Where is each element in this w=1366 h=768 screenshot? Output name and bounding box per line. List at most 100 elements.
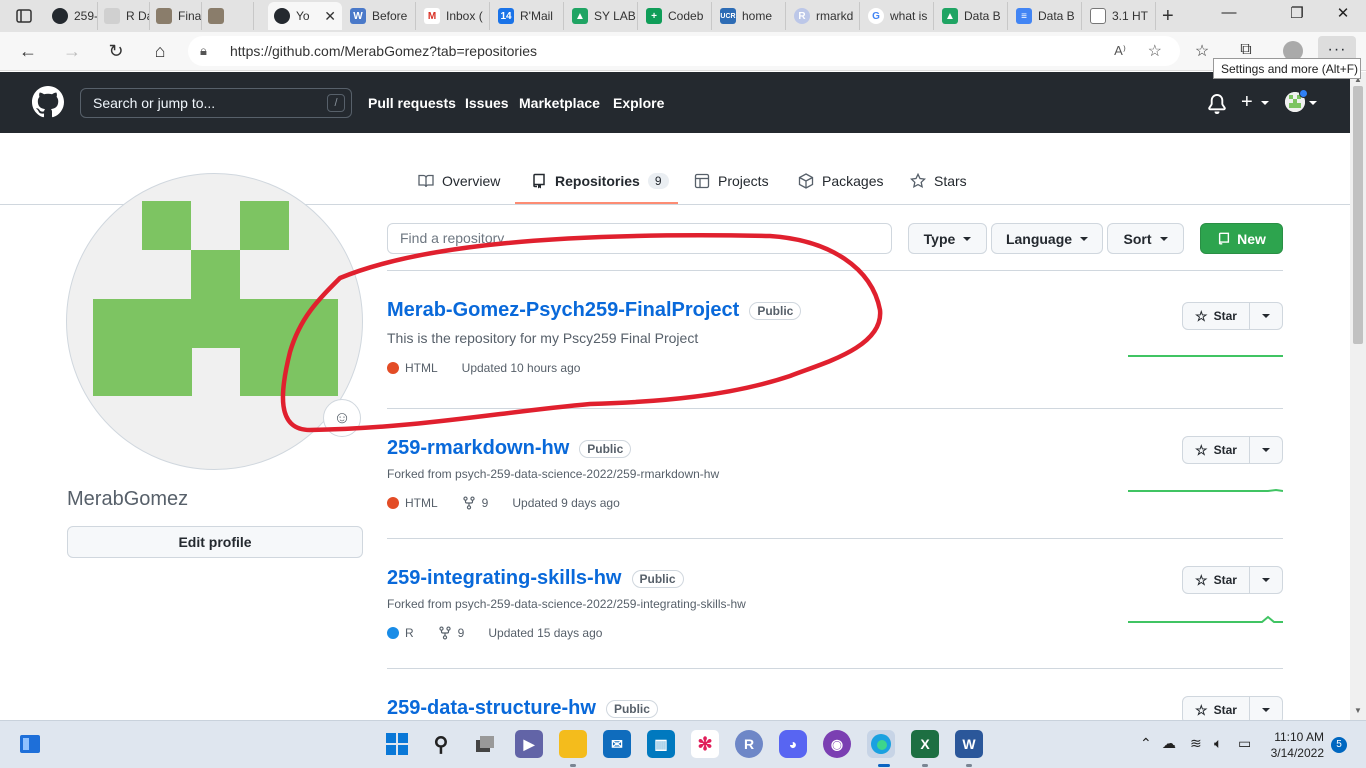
tab-title: Yo <box>296 9 310 23</box>
tab-actions-button[interactable] <box>8 6 40 26</box>
repo-name-link[interactable]: 259-integrating-skills-hw <box>387 567 622 590</box>
star-list-dropdown[interactable] <box>1250 566 1283 594</box>
browser-tab[interactable]: Final P <box>150 2 202 30</box>
browser-tab[interactable]: ≡ Data B <box>1010 2 1082 30</box>
forward-button[interactable]: → <box>60 40 84 62</box>
fork-icon[interactable] <box>438 626 452 640</box>
collections-icon[interactable]: ⧉ <box>1234 41 1258 59</box>
minimize-button[interactable]: — <box>1206 4 1252 21</box>
chevron-up-icon[interactable]: ⌃ <box>1140 735 1152 752</box>
volume-icon[interactable]: 🔈︎ <box>1214 735 1222 752</box>
profile-avatar[interactable] <box>66 173 363 470</box>
r-app-icon[interactable]: R <box>735 730 763 758</box>
excel-icon[interactable]: X <box>911 730 939 758</box>
tab-stars[interactable]: Stars <box>910 171 967 191</box>
tab-title: R Data <box>126 9 149 23</box>
repo-name-link[interactable]: Merab-Gomez-Psych259-FinalProject <box>387 299 739 322</box>
browser-tab[interactable]: Gwhat is <box>862 2 934 30</box>
nav-pull-requests[interactable]: Pull requests <box>368 95 456 111</box>
star-button[interactable]: ☆ Star <box>1182 436 1250 464</box>
fork-count[interactable]: 9 <box>458 626 465 640</box>
browser-tab[interactable]: R Data <box>98 2 150 30</box>
favorites-icon[interactable]: ☆ <box>1190 41 1214 61</box>
browser-tab[interactable]: 259-sy <box>46 2 98 30</box>
nav-issues[interactable]: Issues <box>465 95 509 111</box>
restore-button[interactable]: ❐ <box>1274 4 1320 22</box>
browser-tab[interactable]: W Before <box>344 2 416 30</box>
browser-tab[interactable]: ▲ SY LAB <box>566 2 638 30</box>
tab-overview[interactable]: Overview <box>418 171 500 191</box>
nav-marketplace[interactable]: Marketplace <box>519 95 600 111</box>
tab-projects[interactable]: Projects <box>694 171 769 191</box>
codebook-icon: + <box>646 8 662 24</box>
chevron-down-icon <box>1262 578 1270 582</box>
browser-tab[interactable]: + Codeb <box>640 2 712 30</box>
repo-name-link[interactable]: 259-data-structure-hw <box>387 697 596 720</box>
teams-chat-icon[interactable]: ▶ <box>515 730 543 758</box>
scroll-down-icon[interactable]: ▼ <box>1354 706 1362 715</box>
scrollbar-thumb[interactable] <box>1353 86 1363 344</box>
notification-badge[interactable]: 5 <box>1331 737 1347 753</box>
star-button[interactable]: ☆ Star <box>1182 566 1250 594</box>
nav-explore[interactable]: Explore <box>613 95 664 111</box>
url-field[interactable]: 🔒︎ https://github.com/MerabGomez?tab=rep… <box>188 36 1180 66</box>
mail-icon[interactable]: ✉ <box>603 730 631 758</box>
refresh-button[interactable]: ↻ <box>104 40 128 62</box>
close-window-button[interactable]: ✕ <box>1320 4 1366 22</box>
sort-filter-button[interactable]: Sort <box>1107 223 1184 254</box>
star-list-dropdown[interactable] <box>1250 696 1283 720</box>
discord-icon[interactable]: ◕ <box>779 730 807 758</box>
logo-icon <box>208 8 224 24</box>
battery-icon[interactable]: ▭ <box>1238 735 1251 752</box>
github-logo-icon[interactable] <box>32 86 64 118</box>
star-list-dropdown[interactable] <box>1250 302 1283 330</box>
star-button[interactable]: ☆ Star <box>1182 302 1250 330</box>
star-button[interactable]: ☆ Star <box>1182 696 1250 720</box>
find-repository-input[interactable]: Find a repository... <box>387 223 892 254</box>
wifi-icon[interactable]: ≋ <box>1190 735 1202 752</box>
new-tab-button[interactable]: + <box>1162 6 1174 26</box>
fork-icon[interactable] <box>462 496 476 510</box>
tab-repositories[interactable]: Repositories 9 <box>531 171 669 191</box>
type-filter-button[interactable]: Type <box>908 223 987 254</box>
browser-tab[interactable]: Rrmarkd <box>788 2 860 30</box>
repo-name-link[interactable]: 259-rmarkdown-hw <box>387 437 569 460</box>
browser-tab[interactable]: M Inbox ( <box>418 2 490 30</box>
home-button[interactable]: ⌂ <box>148 40 172 62</box>
page-scrollbar[interactable]: ▲ ▼ <box>1350 72 1366 720</box>
browser-tab[interactable]: ▲ Data B <box>936 2 1008 30</box>
read-aloud-icon[interactable]: A⁾ <box>1114 43 1126 59</box>
browser-tab[interactable]: 3.1 HT <box>1084 2 1156 30</box>
add-favorite-icon[interactable]: ☆ <box>1148 41 1162 61</box>
set-status-smiley-icon[interactable]: ☺ <box>323 399 361 437</box>
docs-icon: ≡ <box>1016 8 1032 24</box>
slack-icon[interactable]: ✻ <box>691 730 719 758</box>
browser-tab[interactable]: 14 R'Mail <box>492 2 564 30</box>
widgets-icon[interactable] <box>16 730 44 758</box>
tab-packages[interactable]: Packages <box>798 171 883 191</box>
onedrive-cloud-icon[interactable]: ☁ <box>1162 735 1176 752</box>
notifications-bell-icon[interactable] <box>1207 94 1227 114</box>
create-new-plus-icon[interactable]: + <box>1241 91 1253 114</box>
file-explorer-icon[interactable] <box>559 730 587 758</box>
edge-browser-icon[interactable] <box>867 730 895 758</box>
github-search-input[interactable]: Search or jump to... / <box>80 88 352 118</box>
start-menu-icon[interactable] <box>383 730 411 758</box>
star-list-dropdown[interactable] <box>1250 436 1283 464</box>
trello-icon[interactable]: ▥ <box>647 730 675 758</box>
new-repository-button[interactable]: New <box>1200 223 1283 254</box>
system-clock[interactable]: 11:10 AM 3/14/2022 <box>1262 729 1324 761</box>
browser-tab[interactable] <box>202 2 254 30</box>
close-tab-icon[interactable]: ✕ <box>324 8 336 25</box>
browser-tab-active[interactable]: Yo ✕ <box>268 2 342 30</box>
edit-profile-button[interactable]: Edit profile <box>67 526 363 558</box>
language-filter-button[interactable]: Language <box>991 223 1103 254</box>
task-view-icon[interactable] <box>471 730 499 758</box>
word-icon[interactable]: W <box>955 730 983 758</box>
fork-count[interactable]: 9 <box>482 496 489 510</box>
search-icon[interactable]: ⚲ <box>427 730 455 758</box>
browser-tab[interactable]: UCR home <box>714 2 786 30</box>
star-button-group: ☆ Star <box>1182 436 1283 464</box>
github-desktop-icon[interactable]: ◉ <box>823 730 851 758</box>
back-button[interactable]: ← <box>16 40 40 62</box>
